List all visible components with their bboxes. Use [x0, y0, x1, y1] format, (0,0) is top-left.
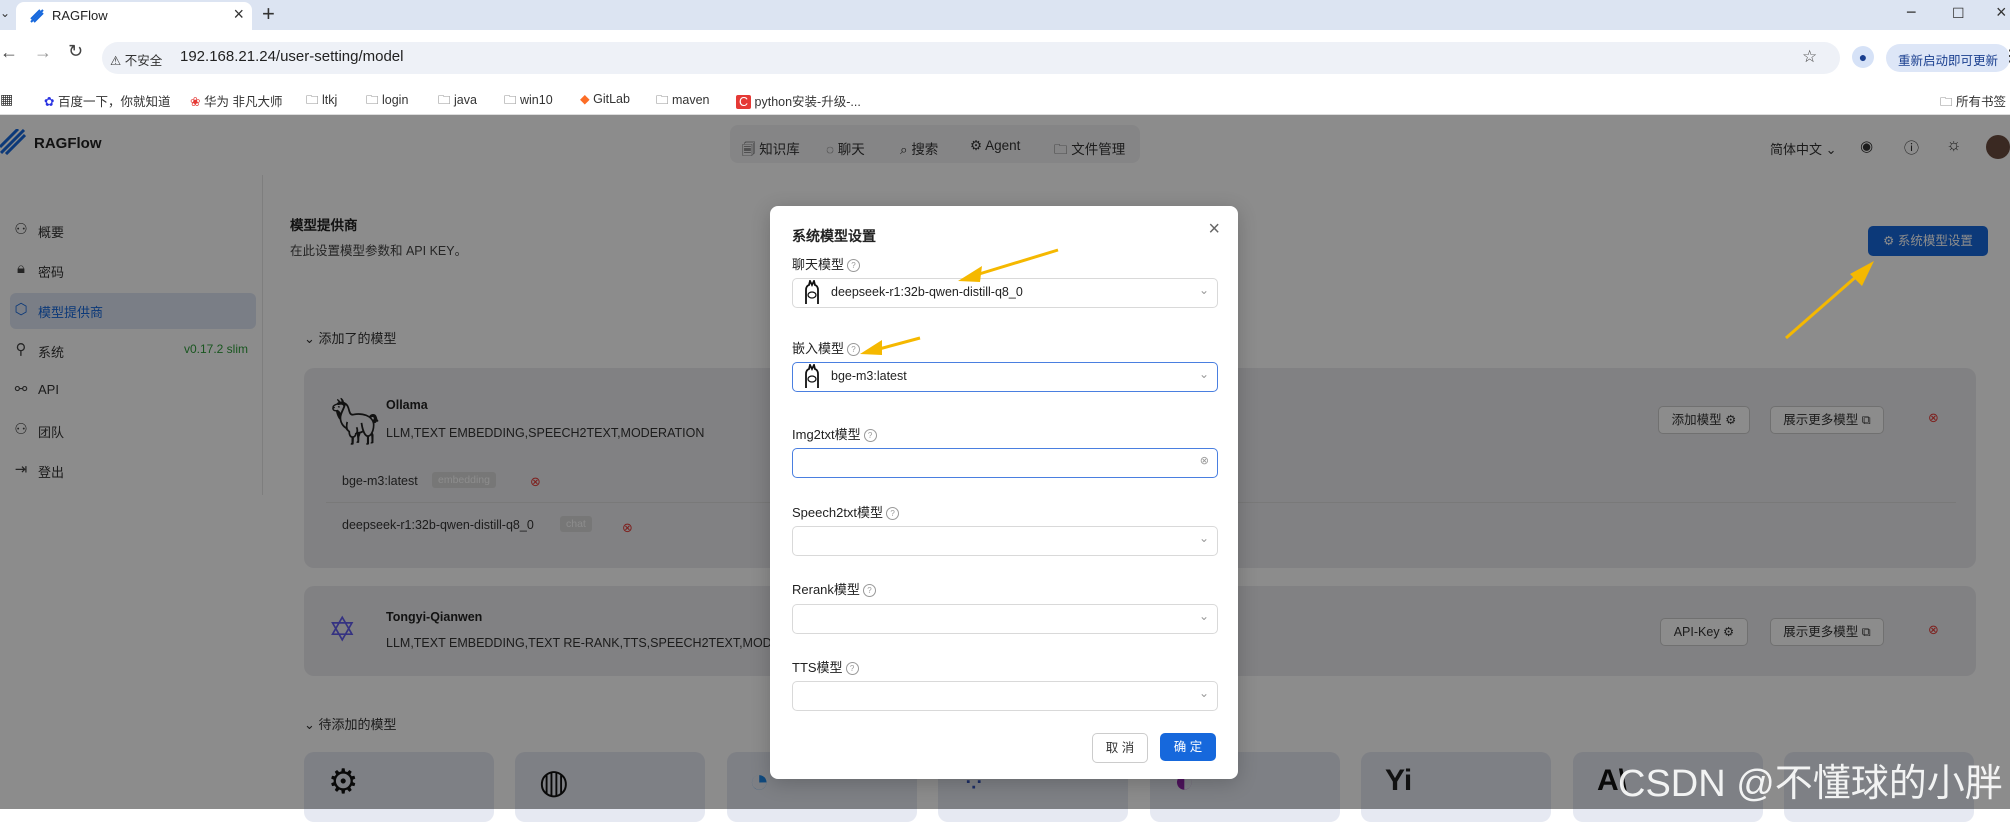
annotation-arrowhead-button: [1850, 261, 1874, 286]
watermark: CSDN @不懂球的小胖: [1618, 763, 2003, 805]
annotation-arrowhead-chat: [958, 266, 982, 282]
annotation-arrowhead-embedding: [860, 340, 882, 355]
annotation-arrows: [860, 248, 1874, 355]
annotation-arrow-button: [1785, 266, 1867, 340]
